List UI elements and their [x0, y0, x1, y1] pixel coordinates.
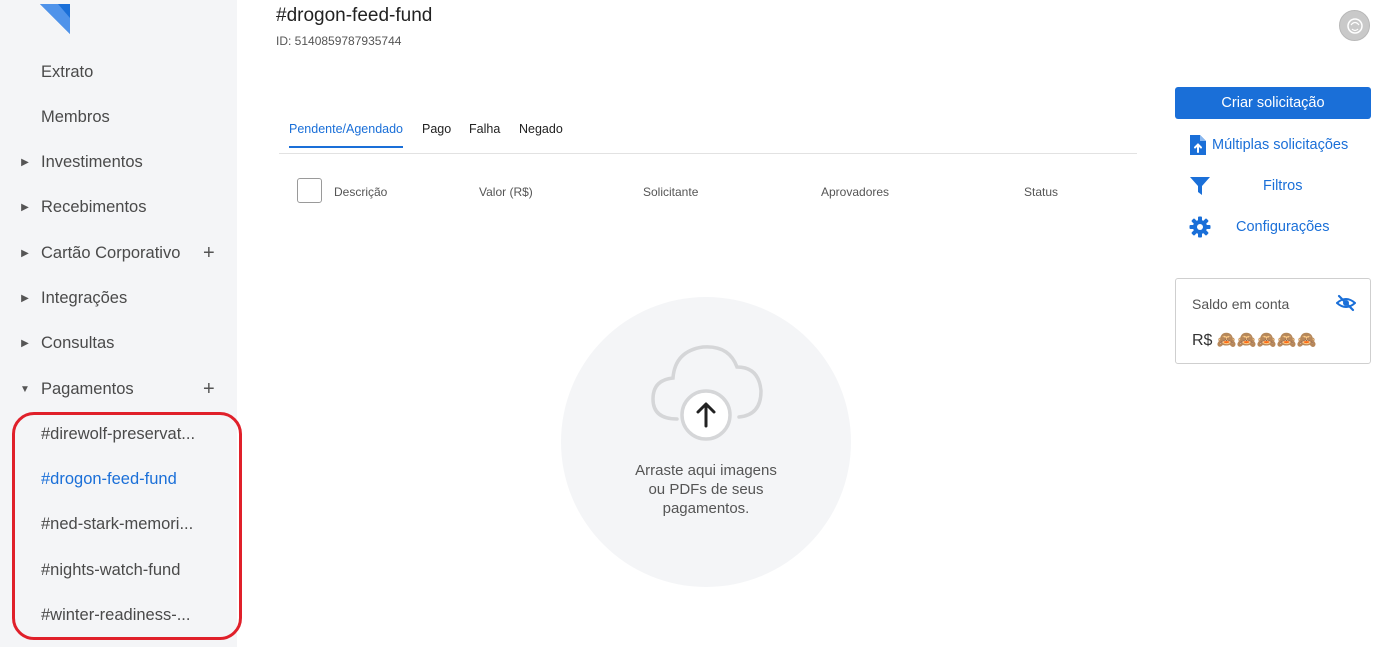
dropzone-line: Arraste aqui imagens: [635, 462, 777, 479]
dropzone-instructions: Arraste aqui imagens ou PDFs de seus pag…: [561, 461, 851, 518]
column-header-aprovadores[interactable]: Aprovadores: [821, 185, 889, 199]
caret-right-icon: ▶: [21, 247, 29, 259]
column-header-status[interactable]: Status: [1024, 185, 1058, 199]
cloud-upload-icon: [651, 345, 763, 441]
balance-value: R$ 🙈🙈🙈🙈🙈: [1192, 332, 1317, 349]
sidebar-subitem-drogon[interactable]: #drogon-feed-fund: [41, 470, 199, 489]
create-request-button[interactable]: Criar solicitação: [1175, 87, 1371, 119]
page-id: ID: 5140859787935744: [276, 34, 402, 48]
select-all-checkbox[interactable]: [297, 178, 322, 203]
sidebar-item-consultas[interactable]: ▶ Consultas: [0, 323, 237, 363]
sidebar-subitem-nights-watch[interactable]: #nights-watch-fund: [41, 561, 199, 580]
filters-link[interactable]: Filtros: [1189, 174, 1302, 198]
sidebar: Extrato Membros ▶ Investimentos ▶ Recebi…: [0, 0, 237, 647]
sidebar-item-integracoes[interactable]: ▶ Integrações: [0, 278, 237, 318]
sidebar-item-recebimentos[interactable]: ▶ Recebimentos: [0, 187, 237, 227]
dropzone-line: ou PDFs de seus: [648, 481, 764, 498]
column-header-valor[interactable]: Valor (R$): [479, 185, 533, 199]
caret-right-icon: ▶: [21, 156, 29, 168]
multiple-requests-label: Múltiplas solicitações: [1212, 137, 1349, 153]
settings-label: Configurações: [1236, 219, 1330, 235]
column-header-descricao[interactable]: Descrição: [334, 185, 387, 199]
sidebar-item-label: Membros: [41, 107, 110, 126]
gear-icon: [1189, 216, 1211, 238]
sidebar-item-label: Cartão Corporativo: [41, 243, 181, 262]
filter-icon: [1190, 177, 1210, 195]
sidebar-item-label: Extrato: [41, 62, 94, 81]
multiple-requests-link[interactable]: Múltiplas solicitações: [1189, 133, 1348, 157]
tab-negado[interactable]: Negado: [519, 122, 563, 146]
column-header-solicitante[interactable]: Solicitante: [643, 185, 698, 199]
sidebar-subitem-direwolf[interactable]: #direwolf-preservat...: [41, 425, 199, 444]
sidebar-item-label: Integrações: [41, 288, 128, 307]
file-upload-icon: [1190, 135, 1206, 155]
tab-falha[interactable]: Falha: [469, 122, 500, 146]
sidebar-item-membros[interactable]: Membros: [0, 97, 237, 137]
sidebar-item-label: Consultas: [41, 333, 115, 352]
sidebar-subitem-winter-readiness[interactable]: #winter-readiness-...: [41, 606, 199, 625]
caret-right-icon: ▶: [21, 292, 29, 304]
balance-card: Saldo em conta R$ 🙈🙈🙈🙈🙈: [1175, 278, 1371, 364]
caret-right-icon: ▶: [21, 201, 29, 213]
sidebar-item-label: Investimentos: [41, 152, 143, 171]
sidebar-item-label: Pagamentos: [41, 379, 134, 398]
sidebar-item-extrato[interactable]: Extrato: [0, 52, 237, 92]
caret-down-icon: ▼: [20, 383, 30, 395]
caret-right-icon: ▶: [21, 337, 29, 349]
sidebar-subitem-ned-stark[interactable]: #ned-stark-memori...: [41, 515, 199, 534]
dropzone-line: pagamentos.: [662, 500, 750, 517]
upload-dropzone[interactable]: Arraste aqui imagens ou PDFs de seus pag…: [561, 297, 851, 587]
plus-icon[interactable]: +: [203, 242, 237, 265]
plus-icon[interactable]: +: [203, 378, 237, 401]
balance-title: Saldo em conta: [1192, 296, 1290, 312]
sidebar-item-pagamentos[interactable]: ▼ Pagamentos +: [0, 369, 237, 409]
sidebar-item-investimentos[interactable]: ▶ Investimentos: [0, 142, 237, 182]
tab-pendente-agendado[interactable]: Pendente/Agendado: [289, 122, 403, 148]
sidebar-item-cartao-corporativo[interactable]: ▶ Cartão Corporativo +: [0, 233, 237, 273]
logo-icon[interactable]: [40, 0, 74, 34]
avatar-icon: [1346, 17, 1363, 34]
filters-label: Filtros: [1263, 178, 1303, 194]
sidebar-item-label: Recebimentos: [41, 197, 147, 216]
tab-pago[interactable]: Pago: [422, 122, 451, 146]
status-tabs: Pendente/Agendado Pago Falha Negado: [279, 112, 1137, 154]
eye-slash-icon[interactable]: [1336, 293, 1356, 313]
page-title: #drogon-feed-fund: [276, 5, 433, 26]
avatar[interactable]: [1339, 10, 1370, 41]
settings-link[interactable]: Configurações: [1189, 215, 1330, 239]
